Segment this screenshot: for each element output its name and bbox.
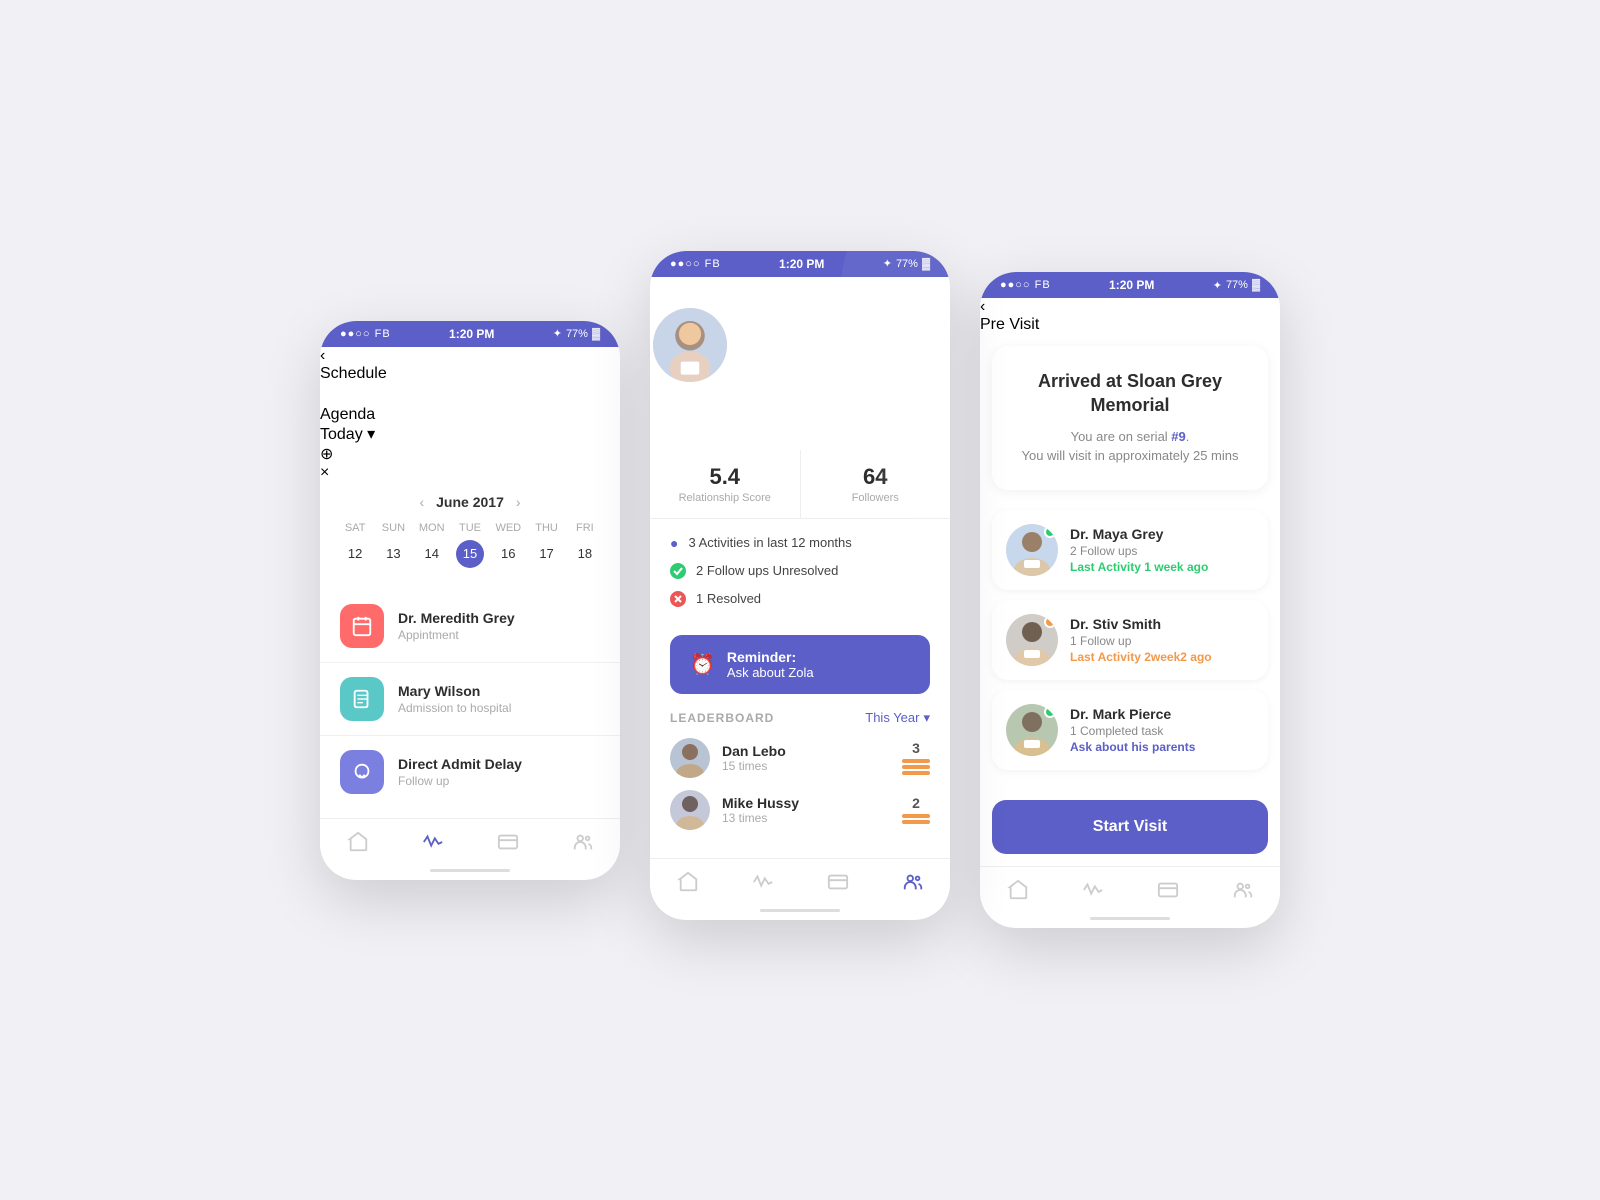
status-dot-3	[1044, 706, 1056, 718]
doc-follow-3: 1 Completed task	[1070, 724, 1254, 738]
day-12[interactable]: 12	[341, 540, 369, 568]
nav-activity-3[interactable]	[1082, 879, 1104, 901]
doc-avatar-1	[1006, 524, 1058, 576]
bluetooth-icon: ✦	[553, 327, 562, 340]
battery-1: ✦ 77% ▓	[553, 327, 600, 340]
schedule-title: Schedule	[320, 365, 387, 382]
appointment-type: Appintment	[398, 628, 515, 642]
schedule-header: ‹ Schedule	[320, 347, 620, 406]
status-bar-1: ●●○○ FB 1:20 PM ✦ 77% ▓	[320, 321, 620, 347]
appointment-text: Dr. Meredith Grey Appintment	[398, 610, 515, 642]
start-visit-button[interactable]: Start Visit	[992, 800, 1268, 854]
doc-avatar-3	[1006, 704, 1058, 756]
status-dot-2	[1044, 616, 1056, 628]
followup-icon	[340, 750, 384, 794]
bluetooth-icon-3: ✦	[1213, 279, 1222, 292]
day-17[interactable]: 17	[533, 540, 561, 568]
bottom-nav-3	[980, 866, 1280, 917]
status-bar-3: ●●○○ FB 1:20 PM ✦ 77% ▓	[980, 272, 1280, 298]
arrival-title: Arrived at Sloan Grey Memorial	[1012, 370, 1248, 417]
scroll-indicator-1	[430, 869, 510, 872]
nav-activity-1[interactable]	[422, 831, 444, 853]
admission-text: Mary Wilson Admission to hospital	[398, 683, 511, 715]
screens-container: ●●○○ FB 1:20 PM ✦ 77% ▓ ‹ Schedule	[320, 272, 1280, 928]
day-16[interactable]: 16	[494, 540, 522, 568]
doc-activity-1: Last Activity 1 week ago	[1070, 560, 1254, 574]
calendar-nav: ‹ June 2017 ›	[336, 494, 604, 510]
doc-name-1: Dr. Maya Grey	[1070, 526, 1254, 542]
schedule-list: Dr. Meredith Grey Appintment	[320, 580, 620, 818]
followup-type: Follow up	[398, 774, 522, 788]
nav-card-3[interactable]	[1157, 879, 1179, 901]
followup-name: Direct Admit Delay	[398, 756, 522, 772]
admission-icon	[340, 677, 384, 721]
serial-number: #9	[1171, 429, 1185, 444]
day-14[interactable]: 14	[418, 540, 446, 568]
admission-name: Mary Wilson	[398, 683, 511, 699]
arrival-sub: You are on serial #9. You will visit in …	[1012, 427, 1248, 466]
day-18[interactable]: 18	[571, 540, 599, 568]
prev-month-button[interactable]: ‹	[419, 494, 424, 510]
search-icon	[320, 383, 338, 401]
calendar-days-header: SAT SUN MON TUE WED THU FRI	[336, 522, 604, 534]
bottom-nav-1	[320, 818, 620, 869]
agenda-label: Agenda	[320, 406, 375, 423]
battery-icon: ▓	[592, 328, 600, 340]
doc-activity-3: Ask about his parents	[1070, 740, 1254, 754]
calendar: ‹ June 2017 › SAT SUN MON TUE WED THU FR…	[320, 482, 620, 580]
screen2-phone: ●●○○ FB 1:20 PM ✦ 77% ▓ ‹	[650, 251, 950, 920]
scroll-indicator-3	[1090, 917, 1170, 920]
schedule-item-1[interactable]: Dr. Meredith Grey Appintment	[320, 590, 620, 663]
day-15-active[interactable]: 15	[456, 540, 484, 568]
battery-icon-3: ▓	[1252, 279, 1260, 291]
close-button[interactable]: ×	[320, 464, 620, 482]
add-button[interactable]: ⊕	[320, 444, 620, 464]
appointment-icon	[340, 604, 384, 648]
month-year-label: June 2017	[436, 494, 504, 510]
doc-info-3: Dr. Mark Pierce 1 Completed task Ask abo…	[1070, 706, 1254, 754]
doctors-list: Dr. Maya Grey 2 Follow ups Last Activity…	[980, 502, 1280, 788]
admission-type: Admission to hospital	[398, 701, 511, 715]
doc-avatar-2	[1006, 614, 1058, 666]
screen1-phone: ●●○○ FB 1:20 PM ✦ 77% ▓ ‹ Schedule	[320, 321, 620, 880]
doctor-item-2[interactable]: Dr. Stiv Smith 1 Follow up Last Activity…	[992, 600, 1268, 680]
today-button[interactable]: Today ▾	[320, 424, 620, 444]
screen3-phone: ●●○○ FB 1:20 PM ✦ 77% ▓ ‹ Pre Visit Arri…	[980, 272, 1280, 928]
nav-home-3[interactable]	[1007, 879, 1029, 901]
followup-text: Direct Admit Delay Follow up	[398, 756, 522, 788]
next-month-button[interactable]: ›	[516, 494, 521, 510]
doctor-profile-section: Meredith Grey General Surgeon Grey Sloan…	[650, 305, 950, 450]
previsit-header: ‹ Pre Visit	[980, 298, 1280, 334]
nav-people-1[interactable]	[572, 831, 594, 853]
status-dot-1	[1044, 526, 1056, 538]
previsit-title: Pre Visit	[980, 316, 1039, 333]
arrival-card: Arrived at Sloan Grey Memorial You are o…	[992, 346, 1268, 490]
schedule-item-3[interactable]: Direct Admit Delay Follow up	[320, 736, 620, 808]
calendar-days: 12 13 14 15 16 17 18	[336, 540, 604, 568]
appointment-name: Dr. Meredith Grey	[398, 610, 515, 626]
doctor-item-1[interactable]: Dr. Maya Grey 2 Follow ups Last Activity…	[992, 510, 1268, 590]
doc-name-3: Dr. Mark Pierce	[1070, 706, 1254, 722]
day-13[interactable]: 13	[379, 540, 407, 568]
carrier-1: ●●○○ FB	[340, 328, 391, 340]
doc-name-2: Dr. Stiv Smith	[1070, 616, 1254, 632]
chevron-down-icon: ▾	[367, 426, 375, 443]
nav-card-1[interactable]	[497, 831, 519, 853]
back-button-1[interactable]: ‹	[320, 347, 620, 365]
doc-activity-2: Last Activity 2week2 ago	[1070, 650, 1254, 664]
doc-info-2: Dr. Stiv Smith 1 Follow up Last Activity…	[1070, 616, 1254, 664]
doc-info-1: Dr. Maya Grey 2 Follow ups Last Activity…	[1070, 526, 1254, 574]
doc-follow-2: 1 Follow up	[1070, 634, 1254, 648]
back-button-3[interactable]: ‹	[980, 298, 1280, 316]
schedule-item-2[interactable]: Mary Wilson Admission to hospital	[320, 663, 620, 736]
doctor-item-3[interactable]: Dr. Mark Pierce 1 Completed task Ask abo…	[992, 690, 1268, 770]
search-button-1[interactable]	[320, 383, 620, 406]
nav-people-3[interactable]	[1232, 879, 1254, 901]
doc-follow-1: 2 Follow ups	[1070, 544, 1254, 558]
time-1: 1:20 PM	[449, 327, 494, 341]
agenda-bar: Agenda Today ▾ ⊕ ×	[320, 406, 620, 482]
nav-home-1[interactable]	[347, 831, 369, 853]
